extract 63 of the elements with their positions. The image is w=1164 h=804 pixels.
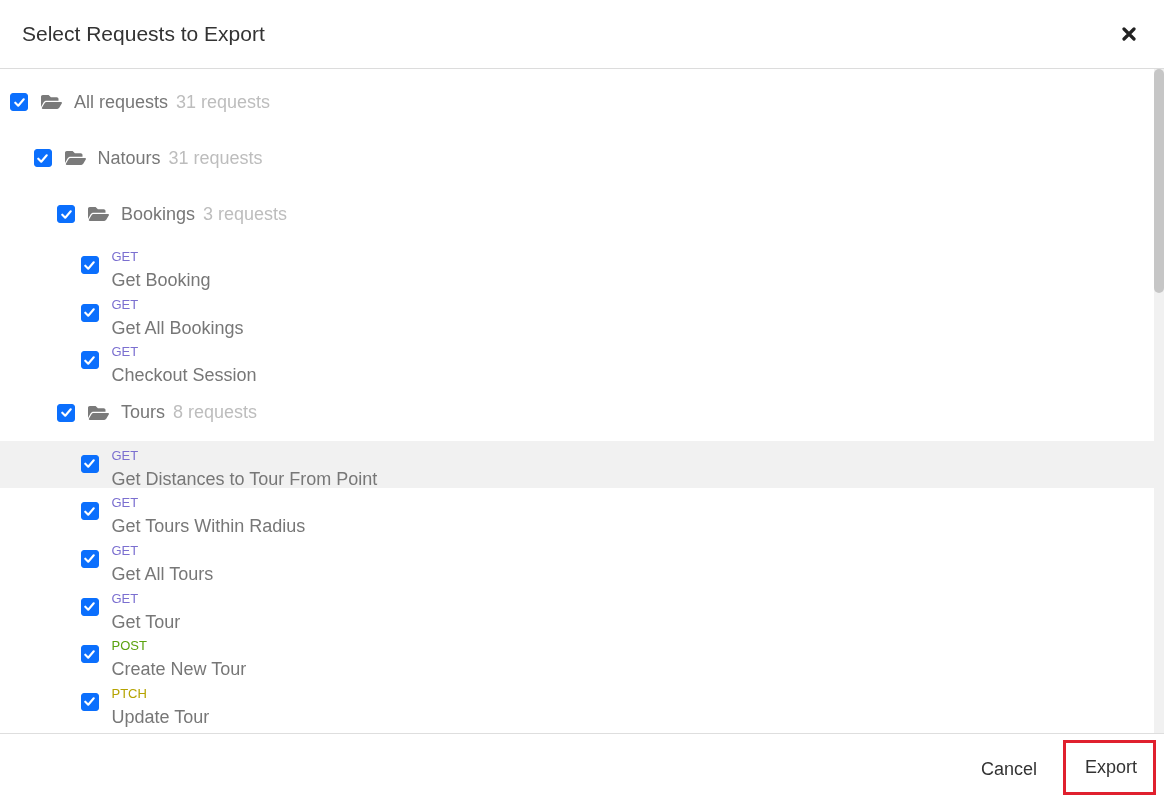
- method-label: GET: [111, 344, 139, 361]
- checkmark-icon: [84, 649, 95, 659]
- folder-name: Natours: [97, 147, 161, 169]
- folder-name: All requests: [74, 91, 169, 113]
- request-name: Get All Tours: [111, 562, 214, 586]
- checkbox[interactable]: [33, 149, 52, 167]
- checkbox[interactable]: [80, 351, 99, 370]
- request-row[interactable]: POST Create New Tour: [0, 631, 1154, 679]
- request-name: Get Booking: [111, 269, 211, 292]
- request-name: Get All Bookings: [111, 316, 244, 340]
- checkbox[interactable]: [80, 303, 99, 322]
- checkmark-icon: [84, 506, 95, 516]
- request-name: Checkout Session: [111, 364, 257, 388]
- folder-name: Bookings: [121, 203, 196, 225]
- method-label: GET: [111, 590, 139, 607]
- request-name: Update Tour: [111, 705, 210, 729]
- checkbox[interactable]: [57, 205, 75, 223]
- checkbox[interactable]: [80, 597, 99, 616]
- method-label: POST: [111, 638, 147, 655]
- method-label: GET: [111, 296, 139, 313]
- method-label: GET: [111, 249, 139, 265]
- request-row[interactable]: GET Get Distances to Tour From Point: [0, 440, 1154, 489]
- request-name: Get Tour: [111, 610, 181, 634]
- request-count: 8 requests: [173, 402, 258, 424]
- checkbox[interactable]: [80, 549, 99, 568]
- request-row[interactable]: GET Get All Bookings: [0, 289, 1154, 338]
- dialog-title: Select Requests to Export: [22, 22, 265, 46]
- request-name: Get Distances to Tour From Point: [111, 467, 378, 491]
- request-row[interactable]: GET Checkout Session: [0, 337, 1154, 385]
- checkbox[interactable]: [80, 502, 99, 521]
- checkbox[interactable]: [80, 454, 99, 473]
- scrollbar-thumb[interactable]: [1154, 69, 1164, 293]
- close-icon: [1122, 27, 1136, 41]
- folder-name: Tours: [121, 402, 165, 424]
- checkmark-icon: [60, 408, 72, 418]
- request-count: 31 requests: [176, 91, 271, 113]
- checkmark-icon: [84, 602, 95, 612]
- checkmark-icon: [84, 355, 95, 365]
- method-label: GET: [111, 447, 139, 464]
- method-label: PTCH: [111, 685, 147, 702]
- method-label: GET: [111, 495, 139, 512]
- method-label: GET: [111, 542, 139, 559]
- request-count: 3 requests: [203, 203, 288, 225]
- close-button[interactable]: [1120, 25, 1138, 43]
- checkmark-icon: [13, 97, 25, 107]
- export-button[interactable]: Export: [1074, 750, 1147, 784]
- request-row[interactable]: GET Get Tours Within Radius: [0, 488, 1154, 536]
- checkbox[interactable]: [80, 692, 99, 711]
- checkbox[interactable]: [80, 256, 99, 274]
- checkmark-icon: [60, 209, 72, 219]
- dialog-button[interactable]: Cancel: [970, 752, 1047, 786]
- checkmark-icon: [84, 308, 95, 318]
- checkmark-icon: [84, 554, 95, 564]
- request-count: 31 requests: [168, 147, 263, 169]
- checkmark-icon: [37, 153, 48, 163]
- checkbox[interactable]: [80, 645, 99, 664]
- request-row[interactable]: GET Get Tour: [0, 583, 1154, 632]
- checkmark-icon: [84, 459, 95, 469]
- checkbox[interactable]: [10, 93, 28, 111]
- checkbox[interactable]: [57, 403, 75, 422]
- checkmark-icon: [84, 260, 95, 270]
- checkmark-icon: [84, 697, 95, 707]
- request-row[interactable]: GET Get Booking: [0, 242, 1154, 290]
